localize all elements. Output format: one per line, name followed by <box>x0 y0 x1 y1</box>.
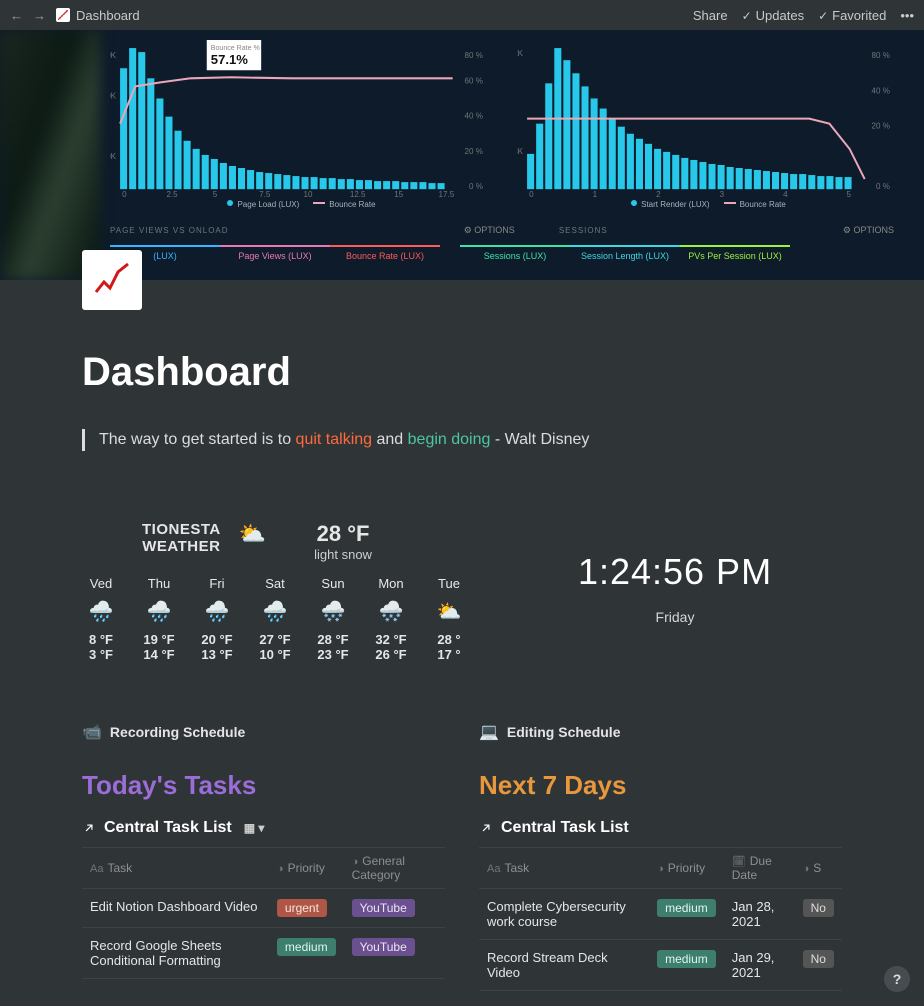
weather-widget: TIONESTA WEATHER ⛅ 28 °F light snow Ved🌧… <box>82 521 478 662</box>
camera-icon: 📹 <box>82 722 102 742</box>
svg-text:0: 0 <box>122 190 127 199</box>
editing-schedule: 💻 Editing Schedule Next 7 Days Central T… <box>479 722 842 991</box>
recording-schedule-link[interactable]: 📹 Recording Schedule <box>82 722 445 742</box>
updates-button[interactable]: Updates <box>742 8 804 23</box>
svg-text:10: 10 <box>304 190 313 199</box>
svg-text:80 %: 80 % <box>465 51 483 60</box>
svg-text:20 %: 20 % <box>872 122 890 131</box>
forecast-day: Tue⛅28 °17 ° <box>420 576 478 662</box>
svg-text:8K: 8K <box>517 147 524 156</box>
svg-text:60K: 60K <box>110 51 117 60</box>
svg-text:57.1%: 57.1% <box>211 52 248 67</box>
svg-text:60 %: 60 % <box>465 76 483 85</box>
col-priority2[interactable]: ◑Priority <box>649 848 724 889</box>
col-s[interactable]: ◑S <box>795 848 842 889</box>
forecast-day: Mon🌨️32 °F26 °F <box>362 576 420 662</box>
banner-chart-left: 60K 50K 10K 80 % 60 % 40 % 20 % 0 % 0 2.5… <box>110 38 493 199</box>
clock-widget: 1:24:56 PM Friday <box>508 521 842 662</box>
central-task-list-link[interactable]: Central Task List ▦ ▾ <box>82 819 445 837</box>
editing-schedule-link[interactable]: 💻 Editing Schedule <box>479 722 842 742</box>
today-table: AaTask ◑Priority ◑General Category Edit … <box>82 847 445 979</box>
next7-heading: Next 7 Days <box>479 770 842 801</box>
svg-text:10K: 10K <box>110 152 117 161</box>
svg-text:17.5: 17.5 <box>439 190 455 199</box>
table-row[interactable]: Record Google Sheets Conditional Formatt… <box>82 928 445 979</box>
banner-chart-right: 32K 8K 80 % 40 % 20 % 0 % 0 1 2 3 4 5 <box>517 38 900 199</box>
svg-text:0 %: 0 % <box>876 182 890 191</box>
svg-text:Bounce Rate %: Bounce Rate % <box>211 45 261 52</box>
svg-text:1: 1 <box>593 190 598 199</box>
breadcrumb[interactable]: Dashboard <box>56 8 140 23</box>
forecast-day: Sat🌧️27 °F10 °F <box>246 576 304 662</box>
svg-text:3: 3 <box>720 190 725 199</box>
breadcrumb-title: Dashboard <box>76 8 140 23</box>
col-task[interactable]: AaTask <box>82 848 269 889</box>
col-task2[interactable]: AaTask <box>479 848 649 889</box>
forecast-day: Fri🌧️20 °F13 °F <box>188 576 246 662</box>
view-selector-icon[interactable]: ▦ ▾ <box>244 821 265 835</box>
weather-now-cond: light snow <box>314 547 372 562</box>
banner-section-right: SESSIONS <box>559 226 608 235</box>
svg-text:2.5: 2.5 <box>166 190 178 199</box>
quote-block[interactable]: The way to get started is to quit talkin… <box>82 429 842 451</box>
open-icon <box>479 821 493 835</box>
table-row[interactable]: Edit Notion Dashboard VideourgentYouTube <box>82 889 445 928</box>
share-button[interactable]: Share <box>693 8 728 23</box>
topbar: ← → Dashboard Share Updates Favorited ••… <box>0 0 924 30</box>
clock-day: Friday <box>508 609 842 625</box>
svg-text:40 %: 40 % <box>465 112 483 121</box>
page-header-icon[interactable] <box>82 250 142 310</box>
weather-now-temp: 28 °F <box>314 521 372 547</box>
nav-forward-icon[interactable]: → <box>33 8 46 23</box>
more-icon[interactable]: ••• <box>900 8 914 23</box>
svg-text:80 %: 80 % <box>872 51 890 60</box>
col-category[interactable]: ◑General Category <box>344 848 445 889</box>
svg-text:4: 4 <box>783 190 788 199</box>
nav-back-icon[interactable]: ← <box>10 8 23 23</box>
svg-text:0: 0 <box>529 190 534 199</box>
svg-text:20 %: 20 % <box>465 147 483 156</box>
central-task-list-link-2[interactable]: Central Task List <box>479 819 842 837</box>
svg-text:5: 5 <box>847 190 852 199</box>
laptop-icon: 💻 <box>479 722 499 742</box>
svg-text:7.5: 7.5 <box>259 190 271 199</box>
svg-text:2: 2 <box>656 190 661 199</box>
next7-table: AaTask ◑Priority 🗓Due Date ◑S Complete C… <box>479 847 842 991</box>
svg-text:50K: 50K <box>110 91 117 100</box>
forecast-day: Sun🌨️28 °F23 °F <box>304 576 362 662</box>
forecast-day: Ved🌧️8 °F3 °F <box>72 576 130 662</box>
page-icon <box>56 8 70 22</box>
cover-image: 60K 50K 10K 80 % 60 % 40 % 20 % 0 % 02.5… <box>0 30 924 280</box>
clock-time: 1:24:56 PM <box>508 551 842 593</box>
weather-location: TIONESTA <box>142 521 221 538</box>
weather-now-icon: ⛅ <box>239 521 266 547</box>
forecast-day: Thu🌧️19 °F14 °F <box>130 576 188 662</box>
todays-tasks-heading: Today's Tasks <box>82 770 445 801</box>
banner-section-left: PAGE VIEWS VS ONLOAD <box>110 226 229 235</box>
table-row[interactable]: Complete Cybersecurity work coursemedium… <box>479 889 842 940</box>
svg-text:12.5: 12.5 <box>350 190 366 199</box>
svg-text:0 %: 0 % <box>469 182 483 191</box>
svg-text:5: 5 <box>213 190 218 199</box>
svg-text:32K: 32K <box>517 49 524 58</box>
recording-schedule: 📹 Recording Schedule Today's Tasks Centr… <box>82 722 445 991</box>
table-row[interactable]: Record Stream Deck VideomediumJan 29, 20… <box>479 940 842 991</box>
svg-text:40 %: 40 % <box>872 86 890 95</box>
col-due[interactable]: 🗓Due Date <box>724 848 795 889</box>
col-priority[interactable]: ◑Priority <box>269 848 344 889</box>
page-title[interactable]: Dashboard <box>82 350 842 395</box>
help-button[interactable]: ? <box>884 966 910 992</box>
svg-text:15: 15 <box>394 190 403 199</box>
open-icon <box>82 821 96 835</box>
favorited-button[interactable]: Favorited <box>818 8 886 23</box>
